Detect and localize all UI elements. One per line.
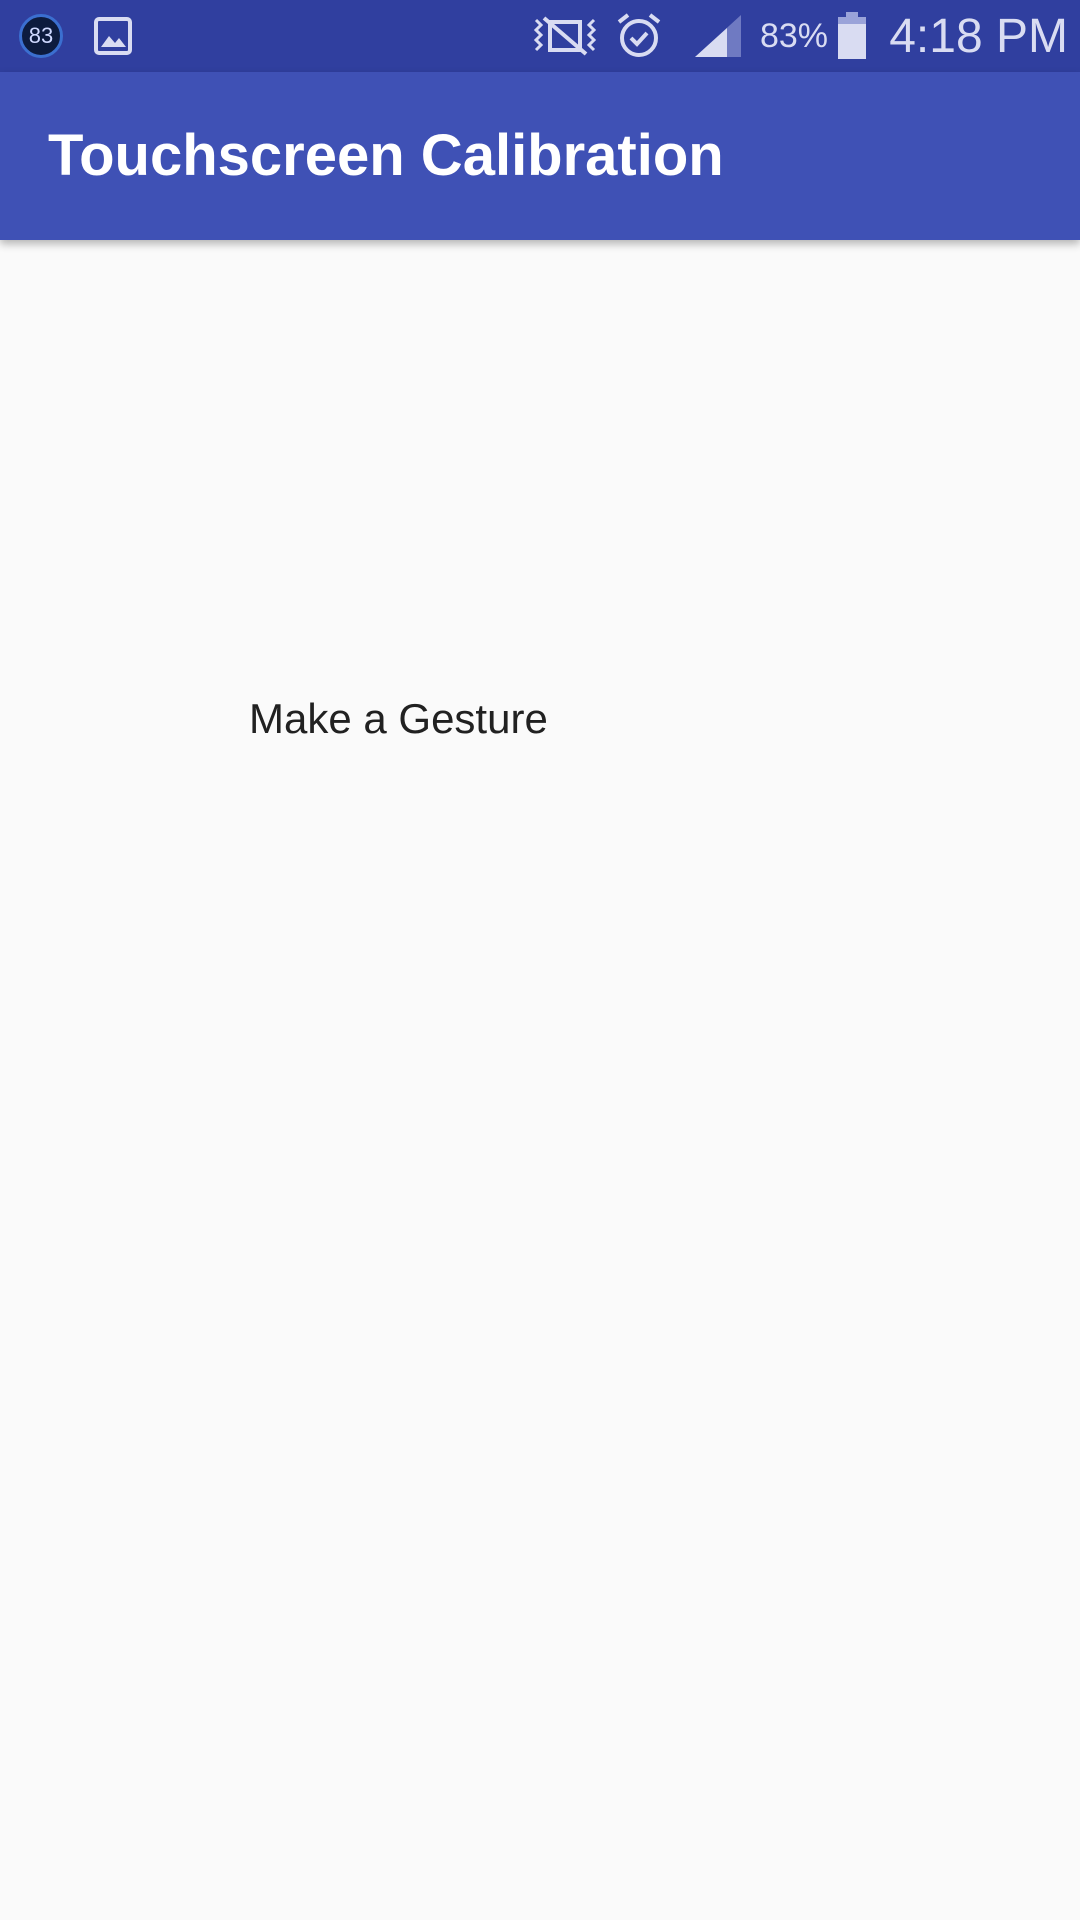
alarm-icon xyxy=(612,0,666,72)
app-title: Touchscreen Calibration xyxy=(48,123,724,188)
status-bar: 83 83% 4:18 PM xyxy=(0,0,1080,72)
battery-icon xyxy=(834,0,870,72)
gesture-area[interactable]: Make a Gesture xyxy=(0,240,1080,1920)
battery-percent: 83% xyxy=(759,16,829,55)
signal-icon xyxy=(692,0,744,72)
status-bar-clock: 4:18 PM xyxy=(889,9,1068,63)
vibrate-off-icon xyxy=(528,0,602,72)
notification-count: 83 xyxy=(19,14,63,58)
gesture-prompt: Make a Gesture xyxy=(249,695,548,742)
gallery-icon xyxy=(90,0,136,72)
app-bar: Touchscreen Calibration xyxy=(0,72,1080,240)
screen[interactable]: 83 83% 4:18 PM Touchscreen Calibration M… xyxy=(0,0,1080,1920)
notification-badge: 83 xyxy=(14,0,68,72)
